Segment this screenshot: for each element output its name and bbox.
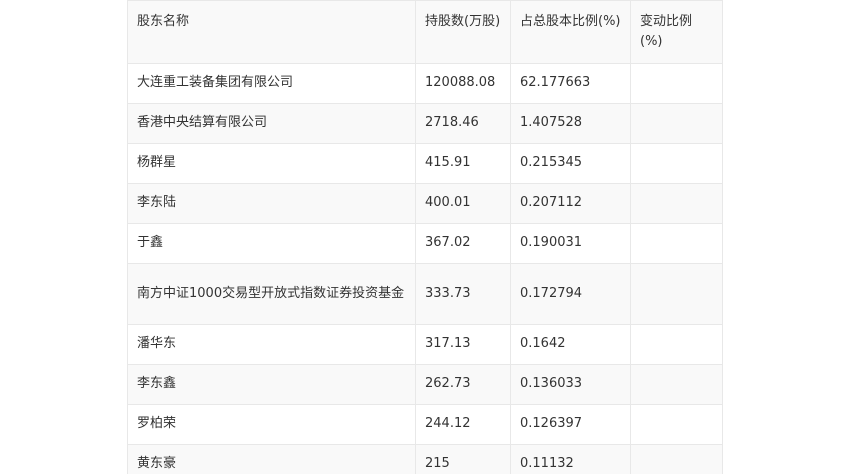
table-row: 罗柏荣 244.12 0.126397	[127, 404, 723, 445]
cell-share-ratio: 0.215345	[510, 143, 631, 184]
header-row: 股东名称 持股数(万股) 占总股本比例(%) 变动比例(%)	[127, 0, 723, 64]
header-share-ratio: 占总股本比例(%)	[510, 0, 631, 64]
cell-share-ratio: 0.207112	[510, 183, 631, 224]
shareholder-table: 股东名称 持股数(万股) 占总股本比例(%) 变动比例(%) 大连重工装备集团有…	[127, 0, 723, 474]
cell-change-ratio	[630, 103, 723, 144]
cell-shareholder-name: 大连重工装备集团有限公司	[127, 63, 416, 104]
cell-change-ratio	[630, 364, 723, 405]
cell-shares-held: 120088.08	[415, 63, 511, 104]
cell-change-ratio	[630, 143, 723, 184]
cell-shareholder-name: 南方中证1000交易型开放式指数证券投资基金	[127, 263, 416, 325]
cell-shares-held: 2718.46	[415, 103, 511, 144]
shareholder-table-container: 股东名称 持股数(万股) 占总股本比例(%) 变动比例(%) 大连重工装备集团有…	[127, 0, 723, 474]
cell-change-ratio	[630, 183, 723, 224]
cell-shareholder-name: 香港中央结算有限公司	[127, 103, 416, 144]
cell-share-ratio: 0.190031	[510, 223, 631, 264]
table-row: 杨群星 415.91 0.215345	[127, 143, 723, 184]
cell-shareholder-name: 李东陆	[127, 183, 416, 224]
cell-shareholder-name: 罗柏荣	[127, 404, 416, 445]
table-row: 黄东豪 215 0.11132	[127, 444, 723, 474]
table-row: 潘华东 317.13 0.1642	[127, 324, 723, 365]
cell-shares-held: 367.02	[415, 223, 511, 264]
table-row: 于鑫 367.02 0.190031	[127, 223, 723, 264]
cell-shares-held: 262.73	[415, 364, 511, 405]
cell-share-ratio: 0.1642	[510, 324, 631, 365]
header-change-ratio: 变动比例(%)	[630, 0, 723, 64]
table-row: 南方中证1000交易型开放式指数证券投资基金 333.73 0.172794	[127, 263, 723, 325]
header-shareholder-name: 股东名称	[127, 0, 416, 64]
table-row: 李东鑫 262.73 0.136033	[127, 364, 723, 405]
cell-shareholder-name: 杨群星	[127, 143, 416, 184]
cell-change-ratio	[630, 404, 723, 445]
cell-change-ratio	[630, 223, 723, 264]
table-row: 李东陆 400.01 0.207112	[127, 183, 723, 224]
cell-shares-held: 215	[415, 444, 511, 474]
cell-share-ratio: 0.11132	[510, 444, 631, 474]
cell-shares-held: 415.91	[415, 143, 511, 184]
cell-share-ratio: 1.407528	[510, 103, 631, 144]
cell-share-ratio: 0.136033	[510, 364, 631, 405]
cell-share-ratio: 62.177663	[510, 63, 631, 104]
table-row: 香港中央结算有限公司 2718.46 1.407528	[127, 103, 723, 144]
table-row: 大连重工装备集团有限公司 120088.08 62.177663	[127, 63, 723, 104]
cell-change-ratio	[630, 324, 723, 365]
cell-change-ratio	[630, 444, 723, 474]
cell-shares-held: 333.73	[415, 263, 511, 325]
header-shares-held: 持股数(万股)	[415, 0, 511, 64]
cell-shares-held: 400.01	[415, 183, 511, 224]
cell-shares-held: 244.12	[415, 404, 511, 445]
cell-change-ratio	[630, 63, 723, 104]
cell-shareholder-name: 黄东豪	[127, 444, 416, 474]
table-header: 股东名称 持股数(万股) 占总股本比例(%) 变动比例(%)	[127, 0, 723, 64]
cell-shareholder-name: 于鑫	[127, 223, 416, 264]
cell-shares-held: 317.13	[415, 324, 511, 365]
cell-share-ratio: 0.126397	[510, 404, 631, 445]
cell-shareholder-name: 潘华东	[127, 324, 416, 365]
cell-shareholder-name: 李东鑫	[127, 364, 416, 405]
cell-change-ratio	[630, 263, 723, 325]
table-body: 大连重工装备集团有限公司 120088.08 62.177663 香港中央结算有…	[127, 63, 723, 474]
cell-share-ratio: 0.172794	[510, 263, 631, 325]
